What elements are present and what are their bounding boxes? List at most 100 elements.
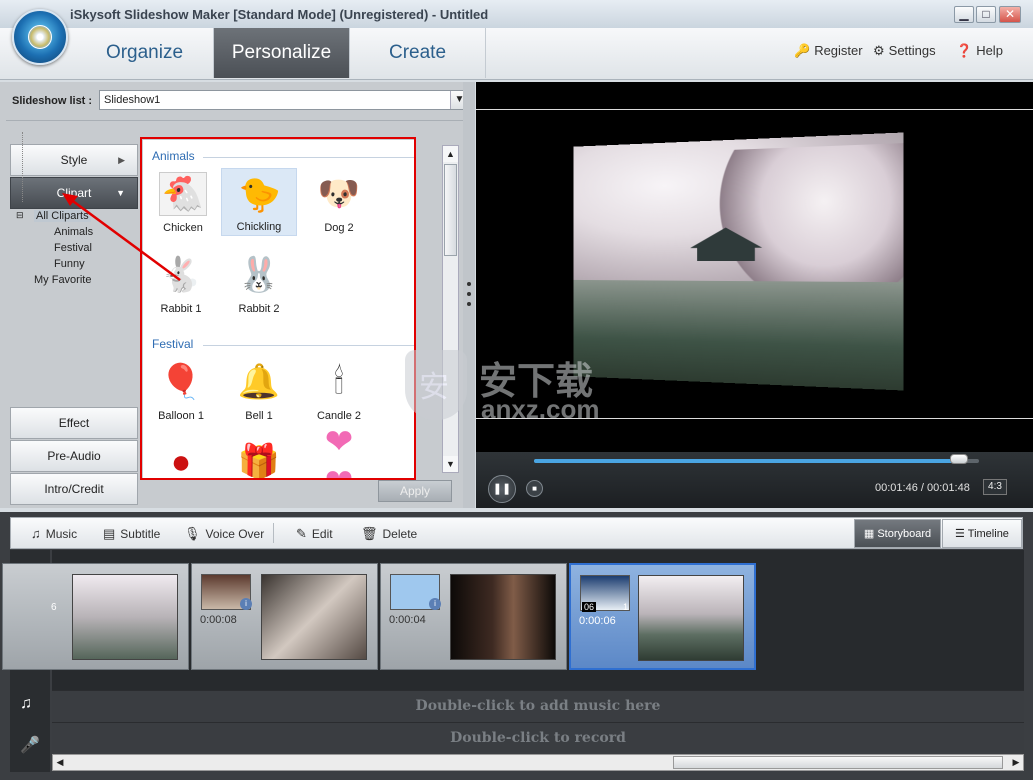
music-hint: Double-click to add music here	[415, 698, 661, 714]
edit-button[interactable]: ✎ Edit	[296, 526, 333, 542]
slideshow-list-select[interactable]: Slideshow1 ▼	[99, 90, 469, 110]
aspect-ratio-button[interactable]: 4:3	[983, 479, 1007, 495]
record-track[interactable]: Double-click to record	[52, 722, 1024, 752]
player-controls	[476, 452, 1033, 508]
delete-button[interactable]: 🗑 Delete	[361, 526, 417, 542]
watermark: 安 安下载 anxz.com	[405, 344, 635, 434]
frame-thumbnail	[72, 574, 178, 660]
close-button[interactable]: ✕	[999, 6, 1021, 23]
frame-index: 6	[51, 602, 57, 613]
category-style[interactable]: Style ▶	[10, 144, 138, 176]
help-label: Help	[976, 43, 1003, 58]
record-hint: Double-click to record	[450, 730, 626, 746]
minimize-button[interactable]: ▁	[954, 6, 974, 23]
grip-dot	[467, 292, 471, 296]
pause-button[interactable]: ❚❚	[488, 475, 516, 503]
tree-all-cliparts[interactable]: All Cliparts	[34, 210, 91, 222]
photo-tree	[712, 143, 904, 286]
maximize-button[interactable]: □	[976, 6, 996, 23]
guide-line	[476, 109, 1033, 110]
tree-funny[interactable]: Funny	[54, 258, 85, 270]
window-title: iSkysoft Slideshow Maker [Standard Mode]…	[70, 7, 489, 22]
pause-icon: ❚❚	[492, 483, 512, 495]
category-clipart[interactable]: Clipart ▼	[10, 177, 138, 209]
tab-create[interactable]: Create	[350, 28, 486, 78]
category-effect-label: Effect	[58, 416, 90, 430]
music-track[interactable]: Double-click to add music here	[52, 690, 1024, 722]
tree-festival[interactable]: Festival	[54, 242, 92, 254]
help-icon: ❓	[956, 43, 973, 58]
register-link[interactable]: 🔑 Register	[794, 43, 863, 59]
settings-label: Settings	[888, 43, 936, 58]
storyboard-frame[interactable]: i 0:00:04	[380, 563, 567, 670]
scroll-down-icon[interactable]: ▼	[443, 456, 458, 472]
voice-over-button[interactable]: 🎙 Voice Over	[184, 526, 264, 542]
stop-button[interactable]: ■	[526, 480, 543, 497]
storyboard-frame[interactable]: i 0:00:08	[191, 563, 378, 670]
divider	[6, 120, 464, 121]
tab-organize[interactable]: Organize	[76, 28, 214, 78]
slideshow-list-value: Slideshow1	[104, 94, 161, 106]
settings-link[interactable]: ⚙ Settings	[873, 43, 936, 59]
scroll-left-icon[interactable]: ◀	[53, 755, 67, 770]
shield-glyph: 安	[419, 371, 449, 404]
pencil-icon: ✎	[296, 526, 307, 541]
music-button[interactable]: ♫ Music	[31, 526, 77, 541]
scroll-right-icon[interactable]: ▶	[1009, 755, 1023, 770]
tab-storyboard[interactable]: ▦ Storyboard	[854, 519, 941, 548]
key-icon: 🔑	[794, 43, 811, 58]
frame-badge: i	[429, 598, 441, 610]
scroll-up-icon[interactable]: ▲	[443, 146, 458, 162]
microphone-icon: 🎤	[20, 737, 40, 754]
timeline-label: Timeline	[967, 528, 1009, 540]
frame-badge: i	[240, 598, 252, 610]
storyboard-frame-selected[interactable]: 06 1 0:00:06	[569, 563, 756, 670]
tree-my-favorite[interactable]: My Favorite	[34, 274, 91, 286]
storyboard-strip: 6 i 0:00:08 i 0:00:04 06 1 0:00:06	[2, 550, 1024, 690]
frame-duration: 0:00:04	[389, 614, 426, 626]
category-intro-credit-label: Intro/Credit	[44, 482, 104, 496]
seek-knob[interactable]	[950, 454, 968, 464]
tab-personalize[interactable]: Personalize	[214, 28, 350, 78]
category-effect[interactable]: Effect	[10, 407, 138, 439]
frame-index: 06	[582, 602, 597, 612]
music-note-icon: ♫	[20, 695, 32, 712]
apply-button[interactable]: Apply	[378, 480, 452, 502]
frame-thumbnail	[261, 574, 367, 660]
main-navigation: Organize Personalize Create 🔑 Register ⚙ S…	[0, 28, 1033, 80]
app-logo[interactable]	[12, 9, 68, 65]
annotation-highlight-box	[140, 137, 416, 480]
title-bar: iSkysoft Slideshow Maker [Standard Mode]…	[0, 0, 1033, 30]
storyboard-icon: ▦	[863, 528, 878, 540]
tab-timeline[interactable]: ☰ Timeline	[942, 519, 1022, 548]
microphone-icon: 🎙	[184, 526, 201, 541]
voice-over-label: Voice Over	[205, 527, 265, 541]
storyboard-frame[interactable]: 6	[2, 563, 189, 670]
frame-duration: 0:00:06	[579, 615, 616, 627]
register-label: Register	[814, 43, 863, 58]
collapse-icon[interactable]: ⊟	[16, 210, 24, 221]
gear-icon: ⚙	[873, 43, 885, 58]
storyboard-label: Storyboard	[877, 528, 932, 540]
category-pre-audio[interactable]: Pre-Audio	[10, 440, 138, 472]
subtitle-label: Subtitle	[120, 527, 161, 541]
scroll-thumb[interactable]	[444, 164, 457, 256]
timeline-scrollbar[interactable]: ◀ ▶	[52, 754, 1024, 771]
category-intro-credit[interactable]: Intro/Credit	[10, 473, 138, 505]
tree-animals[interactable]: Animals	[54, 226, 93, 238]
logo-disc-icon	[28, 25, 52, 49]
seek-bar[interactable]	[534, 459, 979, 463]
grip-dot	[467, 282, 471, 286]
trash-icon: 🗑	[361, 526, 378, 541]
help-link[interactable]: ❓ Help	[956, 43, 1003, 59]
scroll-thumb[interactable]	[673, 756, 1003, 769]
panel-splitter[interactable]	[463, 82, 475, 508]
category-style-label: Style	[60, 153, 88, 167]
frame-count: 1	[623, 602, 629, 612]
grip-dot	[467, 302, 471, 306]
frame-duration: 0:00:08	[200, 614, 237, 626]
chevron-right-icon: ▶	[118, 155, 125, 165]
slideshow-list-row: Slideshow list : Slideshow1 ▼	[6, 90, 469, 112]
preview-screen	[476, 82, 1033, 508]
subtitle-button[interactable]: ▤ Subtitle	[103, 526, 160, 542]
